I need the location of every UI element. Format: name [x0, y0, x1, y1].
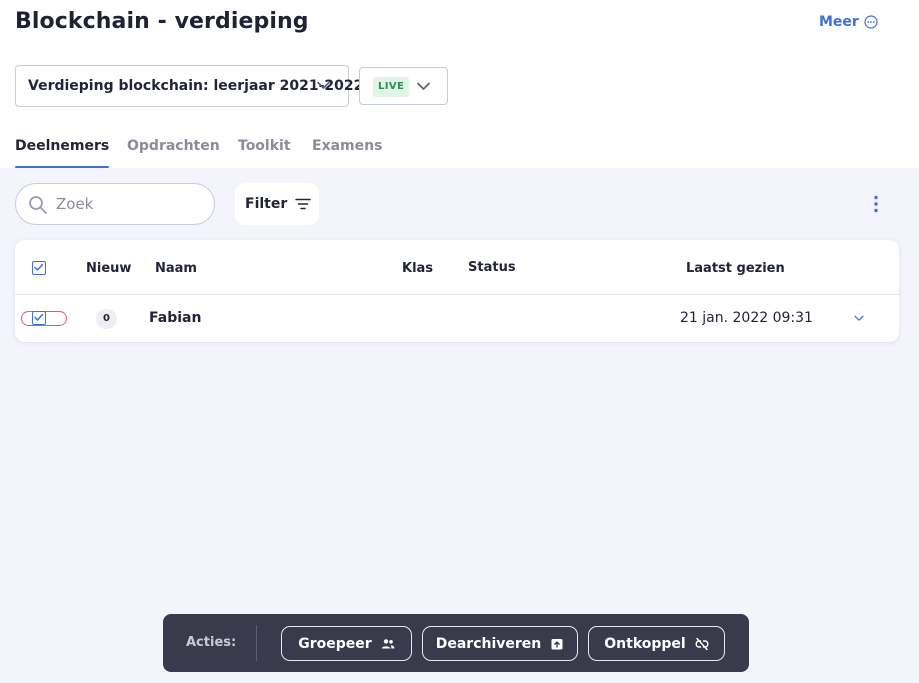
bulk-actions-bar: Acties: Groepeer Dearchiveren Ontkoppel: [163, 614, 749, 672]
more-circle-icon: [864, 15, 878, 29]
live-badge: LIVE: [373, 77, 410, 97]
tab-opdrachten[interactable]: Opdrachten: [127, 138, 220, 168]
tab-examens[interactable]: Examens: [312, 138, 382, 168]
unlink-button[interactable]: Ontkoppel: [588, 626, 725, 661]
unarchive-button[interactable]: Dearchiveren: [422, 626, 578, 661]
actions-label: Acties:: [186, 635, 237, 650]
actions-divider: [256, 625, 257, 661]
unlink-button-label: Ontkoppel: [604, 635, 686, 652]
table-row[interactable]: 0 Fabian 21 jan. 2022 09:31: [15, 295, 899, 342]
column-header-class[interactable]: Klas: [402, 261, 433, 276]
unarchive-button-label: Dearchiveren: [435, 635, 542, 652]
column-header-last-seen[interactable]: Laatst gezien: [686, 261, 785, 276]
filter-icon: [295, 198, 312, 210]
page-title: Blockchain - verdieping: [15, 9, 309, 34]
search-box: [15, 183, 215, 225]
select-all-checkbox[interactable]: [32, 261, 46, 275]
column-header-status[interactable]: Status: [468, 260, 516, 275]
checkmark-icon: [34, 313, 44, 321]
status-select[interactable]: LIVE: [359, 67, 448, 105]
chevron-down-icon[interactable]: [854, 315, 864, 322]
year-select[interactable]: Verdieping blockchain: leerjaar 2021-202…: [15, 65, 363, 107]
participants-table: Nieuw Naam Klas Status Laatst gezien 0 F…: [15, 240, 899, 342]
table-header: Nieuw Naam Klas Status Laatst gezien: [15, 240, 899, 295]
column-header-name[interactable]: Naam: [155, 261, 197, 276]
unarchive-icon: [551, 638, 563, 649]
checkmark-icon: [34, 263, 44, 271]
year-select-label: Verdieping blockchain: leerjaar 2021-202…: [28, 78, 364, 94]
tab-toolkit[interactable]: Toolkit: [238, 138, 291, 168]
group-button[interactable]: Groepeer: [281, 626, 412, 661]
more-vertical-icon[interactable]: [868, 194, 884, 214]
users-icon: [381, 638, 395, 648]
tab-deelnemers[interactable]: Deelnemers: [15, 138, 110, 168]
more-button[interactable]: Meer: [819, 14, 878, 30]
chevron-down-icon: [317, 81, 330, 89]
filter-label: Filter: [245, 196, 288, 212]
link-off-icon: [695, 637, 709, 650]
participant-last-seen: 21 jan. 2022 09:31: [680, 310, 813, 326]
filter-button[interactable]: Filter: [235, 183, 319, 225]
row-checkbox[interactable]: [32, 311, 46, 325]
search-icon: [29, 196, 47, 214]
new-count-badge: 0: [96, 309, 117, 329]
column-header-new[interactable]: Nieuw: [86, 261, 131, 276]
more-label: Meer: [819, 14, 859, 30]
participant-name: Fabian: [149, 310, 202, 326]
chevron-down-icon: [417, 82, 430, 90]
group-button-label: Groepeer: [298, 635, 372, 652]
row-checkbox-wrapper[interactable]: [21, 311, 67, 326]
search-input[interactable]: [56, 193, 206, 215]
